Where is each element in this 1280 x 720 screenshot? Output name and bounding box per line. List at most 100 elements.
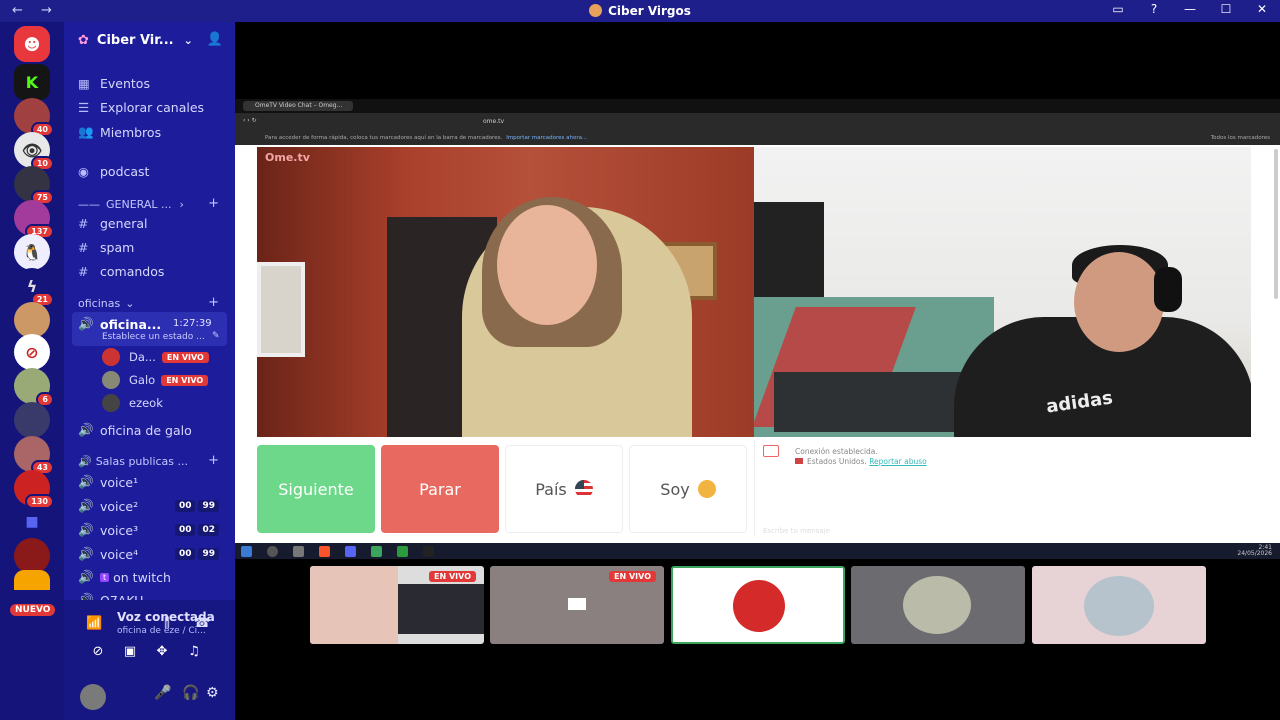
server-avatar-icon[interactable] <box>14 402 50 438</box>
channel-status[interactable]: Establece un estado ... <box>102 332 205 342</box>
search-icon[interactable] <box>267 546 278 557</box>
headphones-icon[interactable]: 🎧 <box>182 685 199 701</box>
next-button[interactable]: Siguiente <box>257 445 375 533</box>
noise-suppression-icon[interactable]: ⫼ <box>164 616 170 631</box>
server-header[interactable]: ✿ Ciber Vir... ⌄ 👤 <box>64 22 235 58</box>
server-ring-icon[interactable]: ⊘ <box>14 334 50 370</box>
browser-tab[interactable]: OmeTV Video Chat – Omeg... <box>243 101 353 111</box>
gear-icon[interactable]: ⚙ <box>206 685 219 701</box>
browser-address-bar: ‹ › ↻ ome.tv <box>235 113 1280 131</box>
channel-voice-4[interactable]: 🔊 voice⁴ <box>78 546 138 562</box>
inbox-icon[interactable]: ▭ <box>1110 2 1126 16</box>
channel-oficina-active[interactable]: 🔊 oficina... <box>78 316 161 332</box>
import-bookmarks-link[interactable]: Importar marcadores ahora... <box>506 135 587 141</box>
voice-user[interactable]: Da... EN VIVO <box>102 348 209 366</box>
server-ciber-virgos-icon[interactable]: 6 <box>14 368 54 407</box>
stream-tile-2[interactable]: EN VIVO <box>490 566 664 644</box>
chevron-down-icon: ⌄ <box>183 33 193 47</box>
user-count: 00 <box>174 500 196 512</box>
country-button[interactable]: País <box>505 445 623 533</box>
channel-voice-2[interactable]: 🔊 voice² <box>78 498 138 514</box>
channel-twitch[interactable]: 🔊 t on twitch <box>78 569 171 585</box>
server-bolt-icon[interactable]: ϟ 21 <box>14 268 54 307</box>
activities-button[interactable]: ✥ <box>148 644 176 664</box>
gender-button[interactable]: Soy <box>629 445 747 533</box>
channel-explorar[interactable]: ☰ Explorar canales <box>78 100 204 115</box>
add-channel-icon[interactable]: + <box>208 453 219 468</box>
start-icon[interactable] <box>241 546 252 557</box>
category-general[interactable]: —— GENERAL ... › <box>78 198 184 211</box>
server-avatar-icon[interactable]: 40 <box>14 98 54 137</box>
server-avatar-icon[interactable]: 130 <box>14 470 54 509</box>
channel-label: voice¹ <box>100 474 139 490</box>
camera-off-button[interactable]: ⊘ <box>84 644 112 664</box>
edit-icon[interactable]: ✎ <box>212 331 220 341</box>
channel-podcast[interactable]: ◉ podcast <box>78 164 149 179</box>
server-avatar-icon[interactable] <box>14 570 50 590</box>
channel-eventos[interactable]: ▦ Eventos <box>78 76 150 91</box>
whatsapp-icon[interactable] <box>371 546 382 557</box>
channel-voice-3[interactable]: 🔊 voice³ <box>78 522 138 538</box>
add-channel-icon[interactable]: + <box>208 196 219 211</box>
excel-icon[interactable] <box>397 546 408 557</box>
user-tile-5[interactable] <box>1032 566 1206 644</box>
report-abuse-link[interactable]: Reportar abuso <box>869 457 927 466</box>
signal-icon[interactable]: 📶 <box>86 616 102 631</box>
user-max: 99 <box>198 548 219 560</box>
server-avatar-icon[interactable] <box>14 538 50 574</box>
server-kick-icon[interactable]: K <box>14 64 50 100</box>
discord-home-icon[interactable]: ☻ <box>14 26 50 62</box>
channel-spam[interactable]: # spam <box>78 240 134 255</box>
avatar[interactable] <box>80 684 106 710</box>
voice-user[interactable]: Galo EN VIVO <box>102 371 209 389</box>
microphone-icon[interactable]: 🎤 <box>154 685 171 701</box>
user-tile-4[interactable] <box>851 566 1025 644</box>
stream-tile-1[interactable]: EN VIVO <box>310 566 484 644</box>
gender-label: Soy <box>660 479 690 499</box>
stop-button[interactable]: Parar <box>381 445 499 533</box>
channel-comandos[interactable]: # comandos <box>78 264 164 279</box>
task-view-icon[interactable] <box>293 546 304 557</box>
close-button[interactable]: ✕ <box>1254 2 1270 16</box>
voice-connected-channel[interactable]: oficina de eze / Ci... <box>117 626 206 636</box>
maximize-button[interactable]: ☐ <box>1218 2 1234 16</box>
clock: 2:41 24/05/2026 <box>1237 545 1272 557</box>
channel-voice-1[interactable]: 🔊 voice¹ <box>78 474 138 490</box>
soundboard-button[interactable]: ♫ <box>180 644 208 664</box>
back-icon[interactable]: ‹ › ↻ <box>243 117 257 124</box>
server-avatar-icon[interactable]: 43 <box>14 436 54 475</box>
voice-user[interactable]: ezeok <box>102 394 163 412</box>
shared-browser-window[interactable]: OmeTV Video Chat – Omeg... ‹ › ↻ ome.tv … <box>235 99 1280 543</box>
all-bookmarks[interactable]: Todos los marcadores <box>1211 131 1270 145</box>
folder-icon[interactable]: ■ <box>14 504 50 540</box>
app-icon[interactable] <box>423 546 434 557</box>
screen-share-button[interactable]: ▣ <box>116 644 144 664</box>
server-eye-icon[interactable]: 👁 10 <box>14 132 54 171</box>
channel-oficina-galo[interactable]: 🔊 oficina de galo <box>78 422 192 438</box>
stranger-video: Ome.tv <box>257 147 754 437</box>
server-avatar-icon[interactable] <box>14 302 50 338</box>
url-text[interactable]: ome.tv <box>483 118 504 125</box>
minimize-button[interactable]: — <box>1182 2 1198 16</box>
category-salas[interactable]: 🔊 Salas publicas ... <box>78 455 188 468</box>
category-oficinas[interactable]: oficinas ⌄ <box>78 297 134 310</box>
speaker-icon: 🔊 <box>78 569 94 584</box>
add-user-icon[interactable]: 👤 <box>207 32 223 47</box>
chat-input[interactable]: Escribe tu mensaje <box>763 527 830 535</box>
channel-general[interactable]: # general <box>78 216 148 231</box>
discord-icon[interactable] <box>345 546 356 557</box>
server-avatar-icon[interactable]: 75 <box>14 166 54 205</box>
user-tile-3[interactable] <box>671 566 845 644</box>
bookmark-hint: Para acceder de forma rápida, coloca tus… <box>265 135 503 141</box>
brave-icon[interactable] <box>319 546 330 557</box>
channel-label: Explorar canales <box>100 100 205 115</box>
add-channel-icon[interactable]: + <box>208 295 219 310</box>
flag-icon <box>795 458 803 464</box>
channel-miembros[interactable]: 👥 Miembros <box>78 124 161 140</box>
speaker-icon: 🔊 <box>78 522 94 537</box>
server-penguin-icon[interactable]: 🐧 <box>14 234 50 270</box>
server-checker-icon[interactable]: 137 <box>14 200 54 239</box>
page-scrollbar[interactable] <box>1274 149 1278 299</box>
help-icon[interactable]: ? <box>1146 2 1162 16</box>
disconnect-icon[interactable]: ☎ <box>194 616 210 631</box>
